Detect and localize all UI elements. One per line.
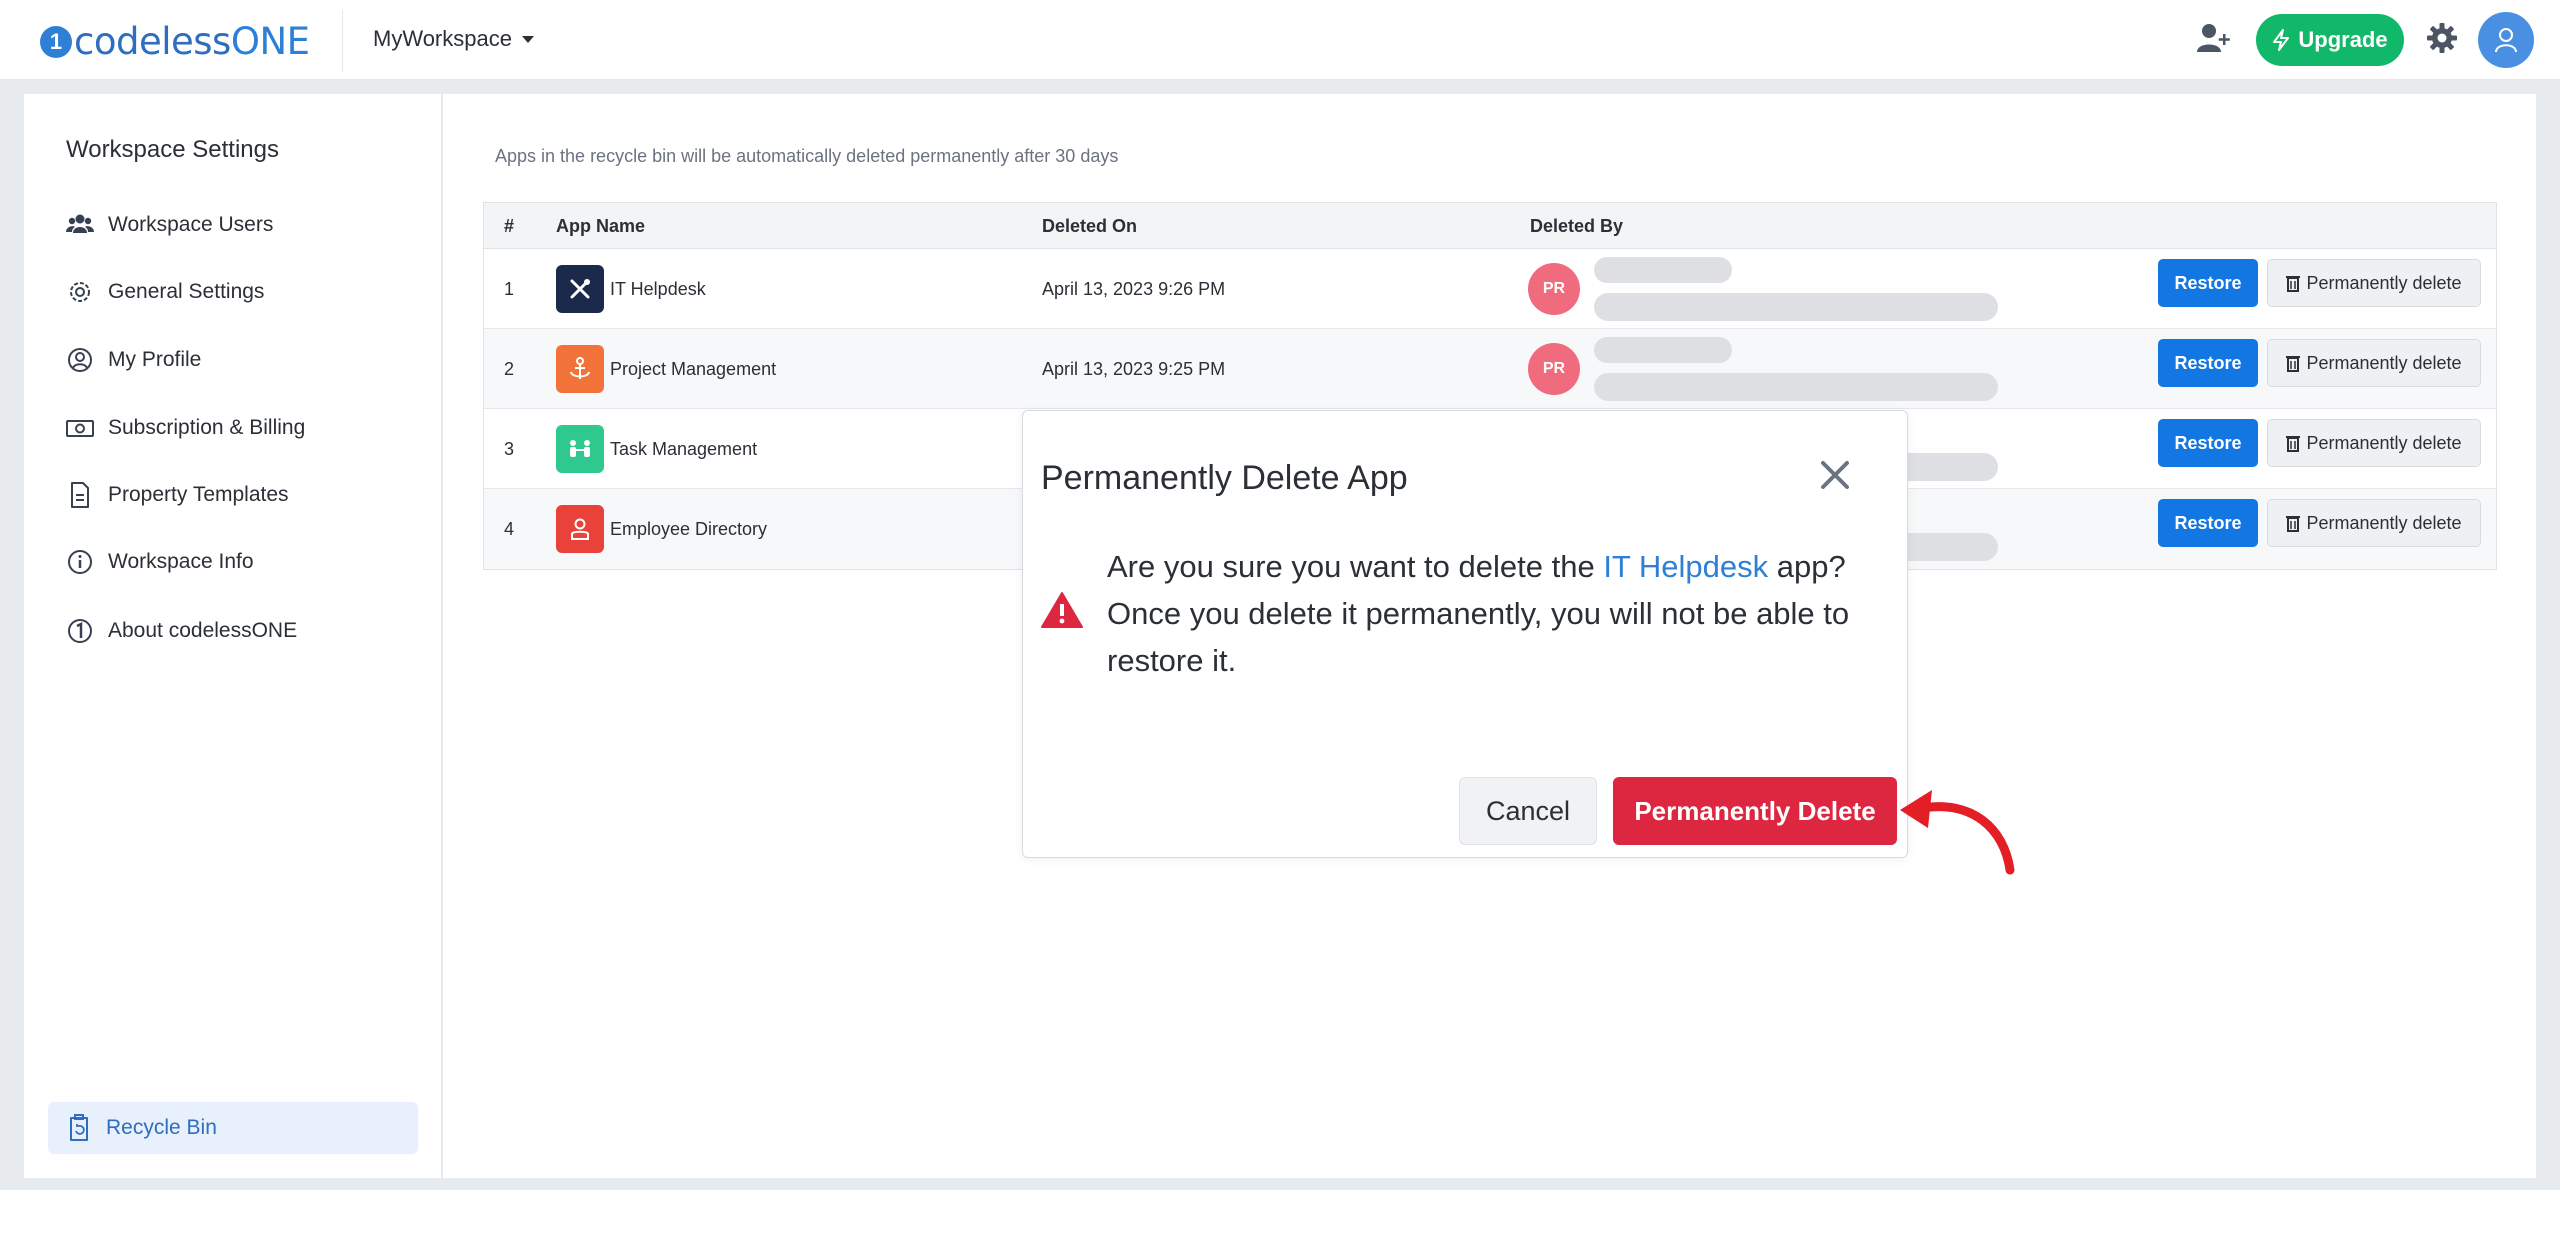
row-number: 2 [504,359,515,379]
codelessone-logo[interactable]: 1 codelessONE [40,20,310,63]
column-header-app-name: App Name [556,216,646,236]
trash-icon [2286,356,2301,372]
permanently-delete-confirm-button[interactable]: Permanently Delete [1613,777,1897,845]
money-icon [66,420,94,437]
sidebar-item-recycle-bin[interactable]: Recycle Bin [48,1102,418,1154]
column-header-deleted-by: Deleted By [1530,216,1624,236]
top-bar: 1 codelessONE MyWorkspace Upgrade [0,0,2560,80]
app-name: Employee Directory [610,519,768,539]
column-header-deleted-on: Deleted On [1042,216,1138,236]
trash-icon [2286,516,2301,532]
gear-icon[interactable] [2426,22,2458,54]
restore-button[interactable]: Restore [2158,259,2258,307]
gear-icon [70,282,90,302]
dialog-title: Permanently Delete App [1041,459,1408,497]
permanently-delete-button[interactable]: Permanently delete [2267,419,2481,467]
trash-icon [2286,276,2301,292]
add-user-icon[interactable] [2196,22,2232,54]
row-number: 4 [504,519,515,539]
annotation-arrow-icon [1900,790,2015,875]
restore-button[interactable]: Restore [2158,419,2258,467]
app-name: IT Helpdesk [610,279,706,299]
permanently-delete-button[interactable]: Permanently delete [2267,499,2481,547]
table-header: # App Name Deleted On Deleted By [484,203,2496,249]
person-icon [556,505,604,553]
user-circle-icon [68,348,92,372]
deleted-on: April 13, 2023 9:26 PM [1042,279,1226,299]
lightning-icon [2273,29,2290,51]
column-header-number: # [504,216,515,236]
upgrade-button[interactable]: Upgrade [2256,14,2404,66]
table-row: 2 Project Management April 13, 2023 9:25… [484,329,2496,409]
codeless-logo-icon [68,619,92,643]
user-avatar[interactable] [2478,12,2534,68]
cancel-button[interactable]: Cancel [1459,777,1597,845]
deleted-by-avatar: PR [1528,343,1580,395]
table-row: 1 IT Helpdesk April 13, 2023 9:26 PM PR … [484,249,2496,329]
user-icon [2495,28,2517,53]
sidebar-item-workspace-info[interactable]: Workspace Info [66,545,254,579]
sidebar-item-workspace-users[interactable]: Workspace Users [66,208,273,242]
warning-icon [1041,592,1083,628]
restore-button[interactable]: Restore [2158,499,2258,547]
app-name-link: IT Helpdesk [1603,549,1769,584]
trash-icon [2286,436,2301,452]
users-icon [66,214,94,233]
anchor-icon [556,345,604,393]
permanently-delete-button[interactable]: Permanently delete [2267,259,2481,307]
dialog-message: Are you sure you want to delete the IT H… [1107,549,1850,678]
restore-button[interactable]: Restore [2158,339,2258,387]
team-icon [556,425,604,473]
permanently-delete-dialog: Permanently Delete App Are you sure you … [1022,410,1908,858]
workspace-name: MyWorkspace [373,26,512,51]
permanently-delete-button[interactable]: Permanently delete [2267,339,2481,387]
recycle-bin-icon [70,1114,88,1141]
email-placeholder [1594,293,1998,321]
sidebar-item-general-settings[interactable]: General Settings [66,275,264,309]
auto-delete-notice: Apps in the recycle bin will be automati… [495,146,1119,166]
sidebar-item-about-codelessone[interactable]: About codelessONE [66,614,297,648]
deleted-by-avatar: PR [1528,263,1580,315]
logo-text: codelessONE [74,20,310,63]
sidebar-item-my-profile[interactable]: My Profile [66,343,201,377]
tools-icon [556,265,604,313]
sidebar-item-property-templates[interactable]: Property Templates [66,478,289,512]
sidebar-item-subscription-billing[interactable]: Subscription & Billing [66,411,305,445]
settings-sidebar: Workspace Settings Workspace Users Gener… [24,94,442,1178]
deleted-on: April 13, 2023 9:25 PM [1042,359,1226,379]
row-number: 1 [504,279,515,299]
row-number: 3 [504,439,515,459]
workspace-selector[interactable]: MyWorkspace [373,26,534,52]
name-placeholder [1594,337,1732,363]
app-name: Task Management [610,439,758,459]
name-placeholder [1594,257,1732,283]
email-placeholder [1594,373,1998,401]
logo-mark: 1 [40,25,72,58]
document-icon [71,482,89,508]
info-icon [68,550,92,574]
close-icon[interactable] [1817,457,1853,493]
app-name: Project Management [610,359,777,379]
caret-down-icon [521,35,534,43]
sidebar-title: Workspace Settings [66,136,279,163]
divider [342,10,343,72]
